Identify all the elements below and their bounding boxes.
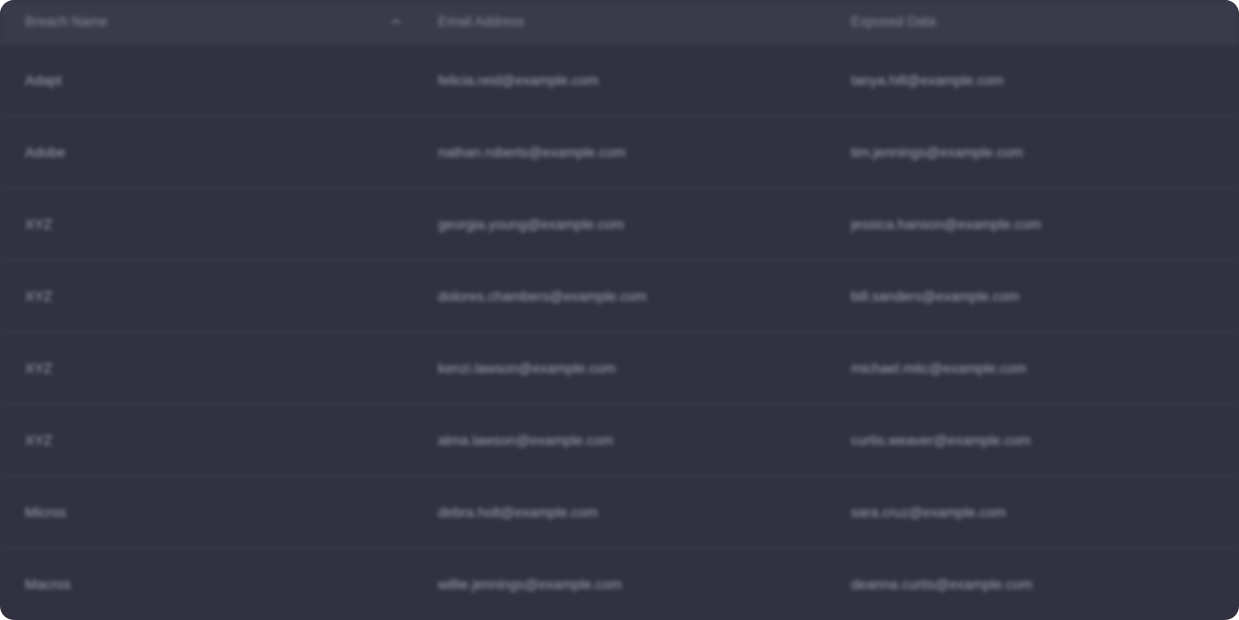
table-row[interactable]: XYZ dolores.chambers@example.com bill.sa… [0, 260, 1239, 332]
exposed-data-cell: bill.sanders@example.com [851, 287, 1020, 304]
table-row[interactable]: Adobe nathan.roberts@example.com tim.jen… [0, 116, 1239, 188]
exposed-data-cell: tim.jennings@example.com [851, 143, 1024, 160]
table-row[interactable]: Macros willie.jennings@example.com deann… [0, 548, 1239, 620]
email-address-cell: felicia.reid@example.com [438, 71, 599, 88]
email-address-cell: willie.jennings@example.com [438, 576, 622, 592]
email-address-cell: alma.lawson@example.com [438, 431, 614, 448]
breach-name-cell: XYZ [25, 215, 53, 232]
email-address-cell: nathan.roberts@example.com [438, 143, 626, 160]
breach-name-cell: XYZ [25, 287, 53, 304]
table-row[interactable]: XYZ kenzi.lawson@example.com michael.mit… [0, 332, 1239, 404]
table-header: Breach Name Email Address Exposed Data [0, 0, 1239, 44]
table-content: Breach Name Email Address Exposed Data A… [0, 0, 1239, 620]
breach-table: Breach Name Email Address Exposed Data A… [0, 0, 1239, 620]
exposed-data-cell: tanya.hill@example.com [851, 71, 1004, 88]
exposed-data-cell: sara.cruz@example.com [851, 503, 1007, 520]
breach-name-cell: Macros [25, 576, 71, 592]
breach-name-cell: XYZ [25, 431, 53, 448]
column-header-exposed-data[interactable]: Exposed Data [826, 14, 1239, 29]
chevron-up-icon[interactable] [391, 17, 401, 27]
breach-name-cell: Adobe [25, 143, 66, 160]
email-address-cell: georgia.young@example.com [438, 215, 625, 232]
exposed-data-cell: curtis.weaver@example.com [851, 431, 1031, 448]
table-row[interactable]: Adapt felicia.reid@example.com tanya.hil… [0, 44, 1239, 116]
table-row[interactable]: Micros debra.holt@example.com sara.cruz@… [0, 476, 1239, 548]
exposed-data-cell: deanna.curtis@example.com [851, 576, 1033, 592]
table-row[interactable]: XYZ alma.lawson@example.com curtis.weave… [0, 404, 1239, 476]
table-body: Adapt felicia.reid@example.com tanya.hil… [0, 44, 1239, 620]
table-row[interactable]: XYZ georgia.young@example.com jessica.ha… [0, 188, 1239, 260]
breach-name-cell: XYZ [25, 359, 53, 376]
column-header-label: Email Address [438, 14, 525, 29]
column-header-breach-name[interactable]: Breach Name [0, 14, 413, 29]
column-header-label: Breach Name [25, 14, 108, 29]
breach-name-cell: Adapt [25, 71, 62, 88]
column-header-label: Exposed Data [851, 14, 936, 29]
exposed-data-cell: jessica.hanson@example.com [851, 215, 1042, 232]
breach-name-cell: Micros [25, 503, 67, 520]
exposed-data-cell: michael.mitc@example.com [851, 359, 1027, 376]
email-address-cell: dolores.chambers@example.com [438, 287, 647, 304]
column-header-email-address[interactable]: Email Address [413, 14, 826, 29]
email-address-cell: kenzi.lawson@example.com [438, 359, 616, 376]
email-address-cell: debra.holt@example.com [438, 503, 598, 520]
